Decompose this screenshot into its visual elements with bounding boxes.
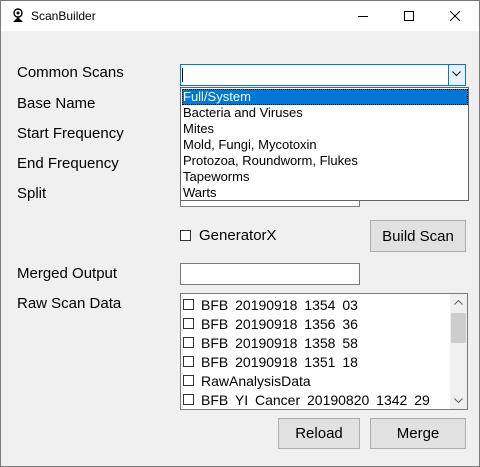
merge-button[interactable]: Merge (370, 418, 466, 449)
dropdown-option-full-system[interactable]: Full/System (182, 89, 468, 105)
scanbuilder-window: ScanBuilder Common Scans Base Name Start… (0, 0, 480, 467)
start-frequency-label: Start Frequency (17, 125, 124, 142)
list-item-checkbox[interactable] (183, 318, 194, 329)
chevron-up-icon (454, 300, 463, 305)
base-name-label: Base Name (17, 95, 96, 112)
maximize-button[interactable] (386, 1, 432, 31)
list-item-checkbox[interactable] (183, 356, 194, 367)
list-item-label: BFB YI Cancer 20190820 1342 29 (201, 392, 430, 408)
merged-output-label: Merged Output (17, 265, 118, 282)
list-item-label: RawAnalysisData (201, 373, 311, 389)
list-item-checkbox[interactable] (183, 337, 194, 348)
list-item-label: BFB 20190918 1354 03 (201, 297, 358, 313)
vertical-scrollbar[interactable] (450, 294, 467, 409)
app-icon (10, 8, 26, 24)
minimize-icon (358, 16, 368, 17)
checkbox-box[interactable] (180, 230, 191, 241)
common-scans-dropdown-list[interactable]: Full/System Bacteria and Viruses Mites M… (180, 87, 469, 201)
list-item-label: BFB 20190918 1356 36 (201, 316, 358, 332)
dropdown-option-protozoa[interactable]: Protozoa, Roundworm, Flukes (182, 153, 468, 169)
end-frequency-label: End Frequency (17, 155, 119, 172)
reload-button[interactable]: Reload (278, 418, 360, 449)
chevron-down-icon (452, 71, 461, 77)
raw-scan-data-label: Raw Scan Data (17, 295, 122, 312)
split-label: Split (17, 185, 47, 202)
list-item-checkbox[interactable] (183, 375, 194, 386)
dropdown-option-warts[interactable]: Warts (182, 185, 468, 201)
raw-scan-data-list[interactable]: BFB 20190918 1354 03 BFB 20190918 1356 3… (180, 293, 468, 410)
list-item-label: BFB 20190918 1358 58 (201, 335, 358, 351)
maximize-icon (404, 11, 414, 21)
scroll-up-button[interactable] (450, 294, 467, 311)
common-scans-combobox[interactable] (180, 64, 466, 86)
title-bar[interactable]: ScanBuilder (1, 1, 479, 31)
combobox-dropdown-button[interactable] (448, 65, 465, 85)
minimize-button[interactable] (340, 1, 386, 31)
window-title: ScanBuilder (31, 9, 96, 23)
close-icon (450, 11, 460, 21)
build-scan-button[interactable]: Build Scan (370, 220, 466, 252)
merged-output-field[interactable] (180, 263, 360, 285)
dropdown-option-bacteria-viruses[interactable]: Bacteria and Viruses (182, 105, 468, 121)
dropdown-option-tapeworms[interactable]: Tapeworms (182, 169, 468, 185)
common-scans-label: Common Scans (17, 64, 124, 81)
dropdown-option-mites[interactable]: Mites (182, 121, 468, 137)
text-caret (182, 68, 183, 82)
list-item-checkbox[interactable] (183, 394, 194, 405)
chevron-down-icon (454, 398, 463, 403)
close-button[interactable] (432, 1, 478, 31)
scroll-thumb[interactable] (451, 313, 466, 343)
scroll-down-button[interactable] (450, 392, 467, 409)
list-item-checkbox[interactable] (183, 299, 194, 310)
generatorx-label: GeneratorX (199, 227, 277, 244)
dropdown-option-mold-fungi[interactable]: Mold, Fungi, Mycotoxin (182, 137, 468, 153)
list-item-label: BFB 20190918 1351 18 (201, 354, 358, 370)
